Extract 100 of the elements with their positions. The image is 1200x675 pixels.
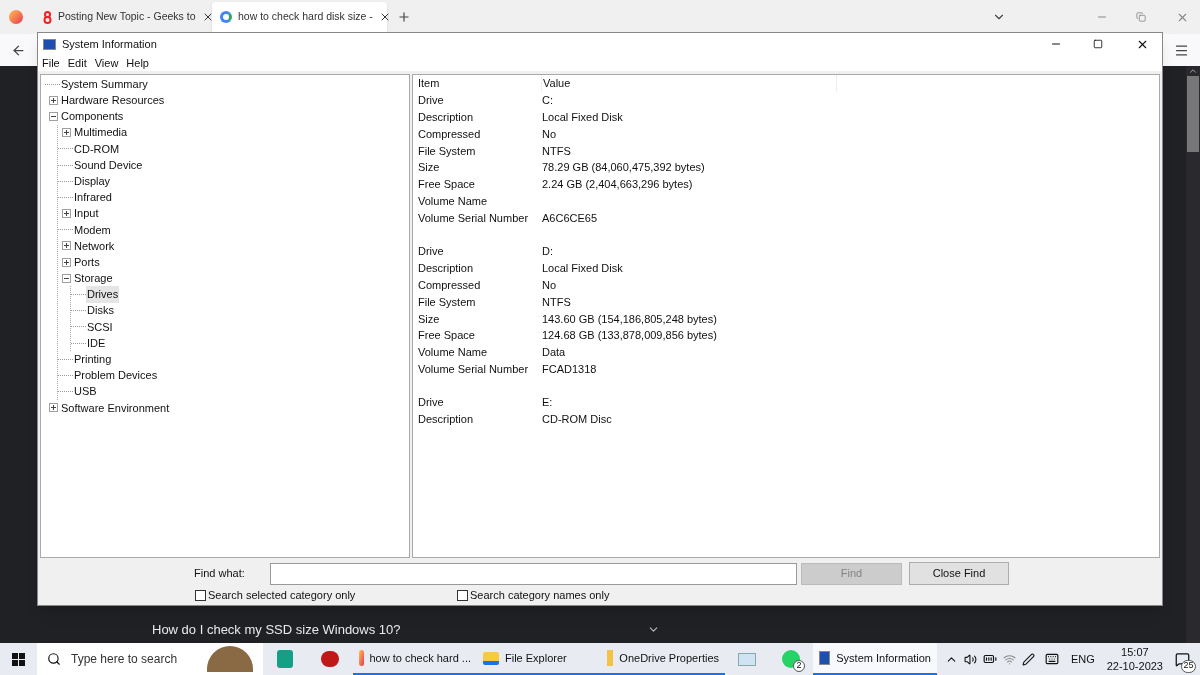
menu-item[interactable]: Edit	[67, 54, 87, 72]
checkbox[interactable]	[195, 589, 206, 601]
value-cell-text: 2.24 GB (2,404,663,296 bytes)	[542, 177, 693, 193]
tree-item[interactable]: Printing	[73, 351, 113, 368]
value-cell-text: No	[542, 277, 557, 293]
google-icon	[220, 11, 232, 23]
close-find-button[interactable]: Close Find	[909, 562, 1009, 585]
value-cell-text: No	[542, 126, 557, 142]
tree-item[interactable]: CD-ROM	[73, 140, 121, 158]
search-icon	[47, 652, 61, 666]
value-cell-text: FCAD1318	[542, 361, 597, 377]
value-cell-text: NTFS	[542, 294, 571, 310]
item-cell-text: Volume Name	[417, 345, 489, 361]
search-field[interactable]: Type here to search	[37, 643, 263, 675]
tree-item[interactable]: USB	[73, 383, 98, 400]
item-cell-text: Volume Name	[417, 193, 489, 209]
taskbar-app[interactable]: OneDrive Properties	[601, 643, 725, 675]
windows-start-icon[interactable]	[12, 652, 25, 666]
tree-item[interactable]: Multimedia	[73, 124, 129, 141]
expand-icon[interactable]	[62, 128, 71, 138]
language-indicator[interactable]: ENG	[1070, 650, 1095, 668]
tree-item[interactable]: Software Environment	[60, 399, 171, 417]
taskbar-app[interactable]: 2	[769, 643, 813, 675]
value-cell-text: Local Fixed Disk	[542, 109, 623, 125]
tree-item[interactable]: Disks	[86, 302, 115, 319]
tree-item[interactable]: Sound Device	[73, 156, 144, 174]
value-cell-text: 78.29 GB (84,060,475,392 bytes)	[542, 160, 705, 176]
tree-item[interactable]: Drives	[86, 286, 120, 303]
collapse-icon[interactable]	[62, 273, 71, 283]
item-cell-text: Compressed	[417, 126, 482, 142]
tree-item[interactable]: Infrared	[73, 189, 113, 206]
new-tab-icon[interactable]	[397, 10, 411, 24]
window-title: System Information	[62, 36, 157, 52]
item-cell-text: Volume Serial Number	[417, 210, 530, 226]
tree-item[interactable]: Ports	[73, 253, 101, 271]
scrollbar-thumb[interactable]	[1187, 76, 1199, 152]
column-header[interactable]: Item	[417, 75, 542, 92]
item-cell-text: Size	[417, 311, 441, 327]
checkbox-label[interactable]: Search selected category only	[208, 586, 356, 604]
menu-item[interactable]: File	[42, 54, 60, 72]
menu-item[interactable]: View	[94, 54, 119, 72]
tree-item[interactable]: SCSI	[86, 318, 114, 336]
taskbar-app[interactable]: File Explorer	[477, 643, 601, 675]
value-cell-text: Local Fixed Disk	[542, 261, 623, 277]
item-cell-text: Free Space	[417, 328, 476, 344]
wifi-icon[interactable]	[1002, 652, 1016, 666]
faq-question[interactable]: How do I check my SSD size Windows 10?	[152, 619, 401, 639]
item-cell-text: Size	[417, 160, 441, 176]
tree-item[interactable]: Storage	[73, 270, 114, 287]
expand-icon[interactable]	[62, 209, 71, 219]
checkbox[interactable]	[457, 589, 468, 601]
value-cell-text: CD-ROM Disc	[542, 412, 612, 428]
value-cell-text: 124.68 GB (133,878,009,856 bytes)	[542, 328, 717, 344]
expand-icon[interactable]	[62, 241, 71, 251]
expand-icon[interactable]	[49, 403, 58, 413]
value-cell-text: C:	[542, 93, 553, 109]
item-cell-text: File System	[417, 143, 477, 159]
value-cell-text: Data	[542, 345, 566, 361]
browser-tab[interactable]: Posting New Topic - Geeks to	[35, 2, 210, 32]
item-cell-text: Compressed	[417, 277, 482, 293]
find-input[interactable]	[270, 562, 797, 585]
tree-item[interactable]: System Summary	[60, 75, 149, 93]
computer-icon	[819, 651, 831, 665]
tree-item[interactable]: Display	[73, 172, 112, 190]
scrollbar[interactable]	[1186, 66, 1200, 643]
tree-item[interactable]: Hardware Resources	[60, 92, 166, 109]
tree-item[interactable]: Components	[60, 108, 125, 125]
taskbar-app[interactable]: how to check hard ...	[353, 643, 477, 675]
back-icon[interactable]	[11, 42, 26, 58]
value-cell-text: A6C6CE65	[542, 210, 598, 226]
maximize-icon[interactable]	[1093, 39, 1103, 49]
clock[interactable]: 15:07 22-10-2023	[1106, 645, 1163, 673]
expand-icon[interactable]	[49, 95, 58, 105]
collapse-icon[interactable]	[49, 111, 58, 121]
taskbar-app[interactable]: System Information	[813, 643, 937, 675]
expand-icon[interactable]	[62, 257, 71, 267]
count-badge: 2	[793, 660, 805, 672]
menu-icon[interactable]	[1174, 42, 1189, 58]
battery-icon[interactable]	[982, 652, 997, 666]
value-cell-text: D:	[542, 244, 553, 260]
item-cell-text: Drive	[417, 395, 445, 411]
browser-tab[interactable]: how to check hard disk size -	[212, 2, 387, 32]
column-header[interactable]: Value	[542, 75, 837, 92]
tree-item[interactable]: Network	[73, 237, 116, 255]
tree-item[interactable]: Input	[73, 205, 100, 222]
item-cell-text: Volume Serial Number	[417, 361, 530, 377]
checkbox-label[interactable]: Search category names only	[470, 586, 610, 604]
item-cell-text: Drive	[417, 93, 445, 109]
chat-icon	[782, 650, 800, 668]
pen-icon[interactable]	[1021, 652, 1035, 666]
speaker-icon[interactable]	[963, 652, 977, 666]
menu-item[interactable]: Help	[126, 54, 149, 72]
computer-icon	[43, 38, 56, 50]
item-cell-text: Drive	[417, 244, 445, 260]
site-logo-icon	[43, 10, 52, 24]
tree-item[interactable]: IDE	[86, 334, 107, 352]
item-cell-text: Description	[417, 109, 475, 125]
tree-item[interactable]: Modem	[73, 221, 112, 239]
tree-item[interactable]: Problem Devices	[73, 367, 159, 384]
item-cell-text: Free Space	[417, 177, 476, 193]
